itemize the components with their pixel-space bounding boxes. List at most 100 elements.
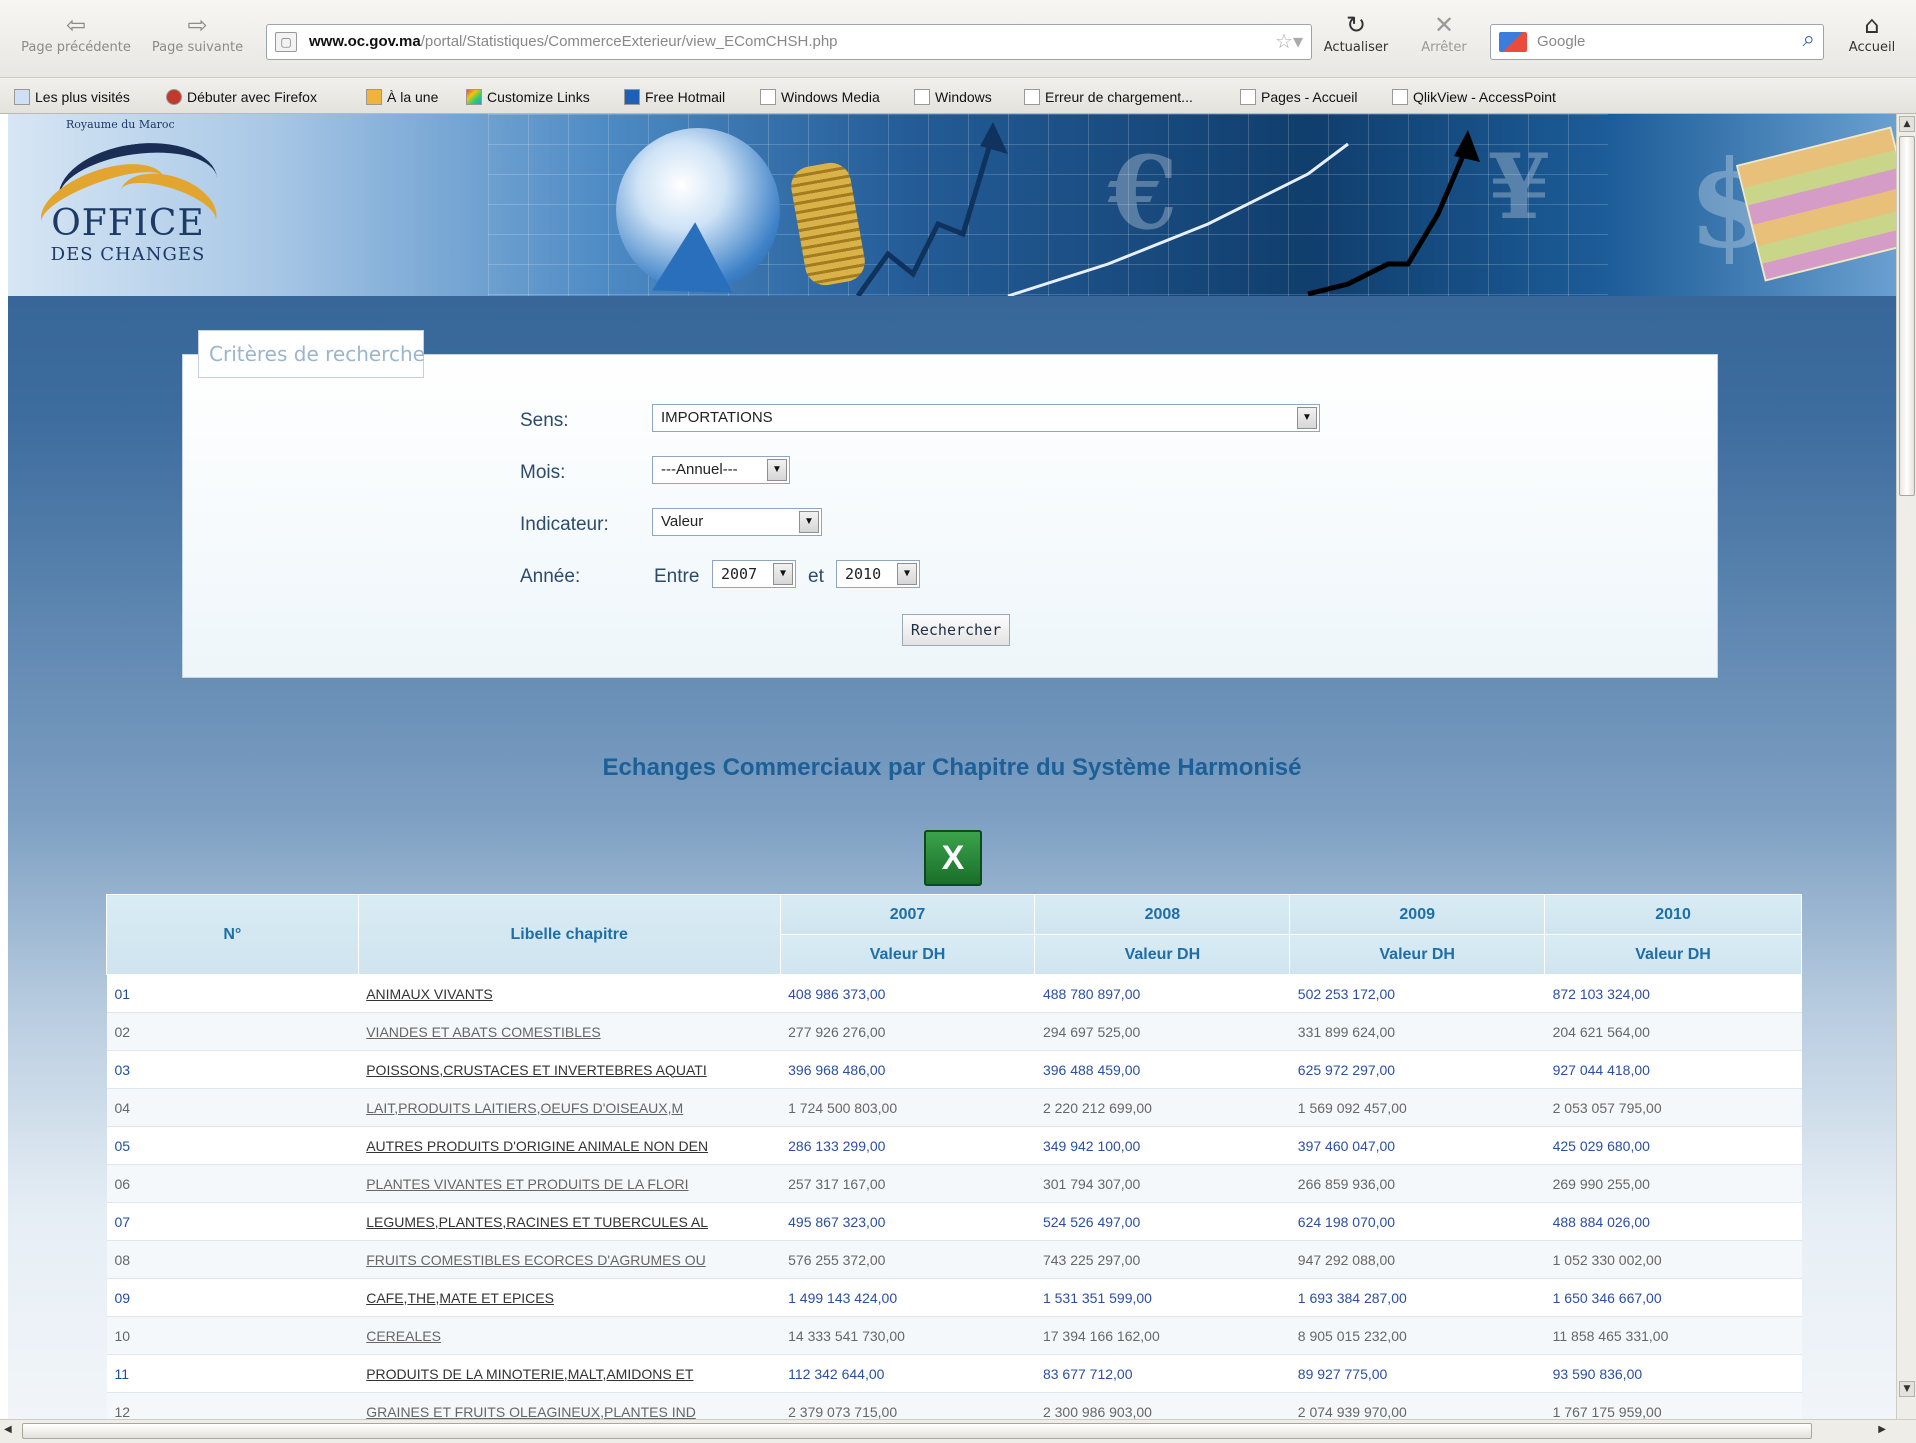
bookmark-pages-accueil[interactable]: Pages - Accueil [1240, 86, 1358, 108]
bookmark-windows-media[interactable]: Windows Media [760, 86, 880, 108]
excel-export-icon[interactable]: X [924, 830, 982, 886]
chapter-link[interactable]: GRAINES ET FRUITS OLEAGINEUX,PLANTES IND [358, 1392, 781, 1419]
home-button[interactable]: ⌂ Accueil [1836, 10, 1908, 56]
chapter-link[interactable]: VIANDES ET ABATS COMESTIBLES [358, 1012, 781, 1051]
table-row: 08 FRUITS COMESTIBLES ECORCES D'AGRUMES O… [106, 1240, 1802, 1279]
bookmark-windows[interactable]: Windows [914, 86, 992, 108]
indicateur-select[interactable]: Valeur ▼ [652, 508, 822, 536]
back-button[interactable]: ⇦ Page précédente [16, 10, 136, 56]
search-criteria-legend: Critères de recherche [198, 330, 425, 378]
value-cell: 872 103 324,00 [1544, 974, 1802, 1013]
table-row: 09 CAFE,THE,MATE ET EPICES 1 499 143 424,0… [106, 1278, 1802, 1317]
page-icon [914, 89, 930, 105]
results-table: N° Libelle chapitre 2007 2008 2009 2010 … [106, 894, 1802, 1419]
page-icon [1240, 89, 1256, 105]
table-row: 10 CEREALES 14 333 541 730,00 17 394 166 16… [106, 1316, 1802, 1355]
chevron-down-icon[interactable]: ▼ [897, 563, 917, 585]
chapter-link[interactable]: PLANTES VIVANTES ET PRODUITS DE LA FLORI [358, 1164, 781, 1203]
chapter-link[interactable]: AUTRES PRODUITS D'ORIGINE ANIMALE NON DE… [358, 1126, 781, 1165]
scroll-right-icon[interactable]: ▶ [1878, 1424, 1886, 1435]
reload-button[interactable]: ↻ Actualiser [1316, 10, 1396, 56]
horizontal-scroll-thumb[interactable] [22, 1423, 1812, 1439]
table-row: 02 VIANDES ET ABATS COMESTIBLES 277 926 27… [106, 1012, 1802, 1051]
value-cell: 625 972 297,00 [1289, 1050, 1545, 1089]
chapter-link[interactable]: ANIMAUX VIVANTS [358, 974, 781, 1013]
bookmark-free-hotmail[interactable]: Free Hotmail [624, 86, 725, 108]
value-cell: 408 986 373,00 [780, 974, 1035, 1013]
search-engine-icon[interactable] [1499, 32, 1527, 52]
site-identity-icon: ▢ [275, 32, 297, 52]
value-cell: 294 697 525,00 [1034, 1012, 1290, 1051]
bookmark-most-visited[interactable]: Les plus visités [14, 86, 130, 108]
sens-select[interactable]: IMPORTATIONS ▼ [652, 404, 1320, 432]
search-engine-input[interactable]: Google ⌕ [1490, 24, 1824, 60]
value-cell: 397 460 047,00 [1289, 1126, 1545, 1165]
value-cell: 1 569 092 457,00 [1289, 1088, 1545, 1127]
value-cell: 257 317 167,00 [780, 1164, 1035, 1203]
chevron-down-icon[interactable]: ▼ [767, 459, 787, 481]
table-row: 05 AUTRES PRODUITS D'ORIGINE ANIMALE NON … [106, 1126, 1802, 1165]
firefox-icon [166, 89, 182, 105]
value-cell: 743 225 297,00 [1034, 1240, 1290, 1279]
site-banner: Royaume du Maroc OFFICE DES CHANGES € ¥ … [8, 114, 1896, 296]
windows-flag-icon [466, 89, 482, 105]
value-cell: 425 029 680,00 [1544, 1126, 1802, 1165]
vertical-scrollbar[interactable]: ▲ ▼ [1896, 114, 1916, 1419]
rechercher-button[interactable]: Rechercher [902, 614, 1010, 646]
chapter-link[interactable]: CEREALES [358, 1316, 781, 1355]
value-cell: 1 531 351 599,00 [1034, 1278, 1290, 1317]
et-label: et [808, 566, 824, 587]
address-bar[interactable]: ▢ www.oc.gov.ma/portal/Statistiques/Comm… [266, 24, 1312, 60]
year-to-value: 2010 [845, 565, 882, 583]
year-from-value: 2007 [721, 565, 758, 583]
value-cell: 17 394 166 162,00 [1034, 1316, 1290, 1355]
chapter-link[interactable]: PRODUITS DE LA MINOTERIE,MALT,AMIDONS ET [358, 1354, 781, 1393]
chapter-number: 07 [106, 1202, 359, 1241]
value-cell: 112 342 644,00 [780, 1354, 1035, 1393]
euro-symbol-icon: € [1108, 134, 1178, 252]
mois-selected-value: ---Annuel--- [661, 461, 738, 478]
bookmark-erreur-chargement[interactable]: Erreur de chargement... [1024, 86, 1193, 108]
search-icon[interactable]: ⌕ [1803, 27, 1815, 52]
value-cell: 1 767 175 959,00 [1544, 1392, 1802, 1419]
bookmark-qlikview[interactable]: QlikView - AccessPoint [1392, 86, 1556, 108]
chevron-down-icon[interactable]: ▼ [799, 511, 819, 533]
bookmark-customize-links[interactable]: Customize Links [466, 86, 590, 108]
chapter-number: 09 [106, 1278, 359, 1317]
scroll-up-icon[interactable]: ▲ [1899, 116, 1915, 132]
column-header-year: 2008 [1034, 894, 1291, 935]
table-row: 12 GRAINES ET FRUITS OLEAGINEUX,PLANTES I… [106, 1392, 1802, 1419]
chapter-link[interactable]: FRUITS COMESTIBLES ECORCES D'AGRUMES OU [358, 1240, 781, 1279]
stop-button[interactable]: ✕ Arrêter [1404, 10, 1484, 56]
forward-arrow-icon: ⇨ [187, 11, 208, 39]
bookmark-getting-started[interactable]: Débuter avec Firefox [166, 86, 317, 108]
value-cell: 8 905 015 232,00 [1289, 1316, 1545, 1355]
bookmark-star-icon[interactable]: ☆▾ [1275, 25, 1303, 59]
value-cell: 1 052 330 002,00 [1544, 1240, 1802, 1279]
chevron-down-icon[interactable]: ▼ [773, 563, 793, 585]
value-cell: 331 899 624,00 [1289, 1012, 1545, 1051]
chapter-link[interactable]: CAFE,THE,MATE ET EPICES [358, 1278, 781, 1317]
vertical-scroll-thumb[interactable] [1899, 136, 1915, 496]
value-cell: 2 074 939 970,00 [1289, 1392, 1545, 1419]
chevron-down-icon[interactable]: ▼ [1297, 407, 1317, 429]
table-row: 01 ANIMAUX VIVANTS 408 986 373,00 488 780 8… [106, 974, 1802, 1013]
scroll-left-icon[interactable]: ◀ [4, 1424, 12, 1435]
chapter-link[interactable]: LEGUMES,PLANTES,RACINES ET TUBERCULES AL [358, 1202, 781, 1241]
scroll-down-icon[interactable]: ▼ [1899, 1381, 1915, 1397]
value-cell: 2 379 073 715,00 [780, 1392, 1035, 1419]
value-cell: 204 621 564,00 [1544, 1012, 1802, 1051]
chapter-link[interactable]: LAIT,PRODUITS LAITIERS,OEUFS D'OISEAUX,M [358, 1088, 781, 1127]
bookmark-latest-headlines[interactable]: À la une [366, 86, 438, 108]
year-to-select[interactable]: 2010 ▼ [836, 560, 920, 588]
chapter-number: 03 [106, 1050, 359, 1089]
table-row: 07 LEGUMES,PLANTES,RACINES ET TUBERCULES … [106, 1202, 1802, 1241]
forward-button[interactable]: ⇨ Page suivante [140, 10, 255, 56]
chapter-number: 01 [106, 974, 359, 1013]
sens-label: Sens: [520, 410, 569, 431]
horizontal-scrollbar[interactable]: ◀ ▶ [0, 1419, 1916, 1443]
indicateur-selected-value: Valeur [661, 513, 704, 530]
chapter-link[interactable]: POISSONS,CRUSTACES ET INVERTEBRES AQUATI [358, 1050, 781, 1089]
year-from-select[interactable]: 2007 ▼ [712, 560, 796, 588]
mois-select[interactable]: ---Annuel--- ▼ [652, 456, 790, 484]
